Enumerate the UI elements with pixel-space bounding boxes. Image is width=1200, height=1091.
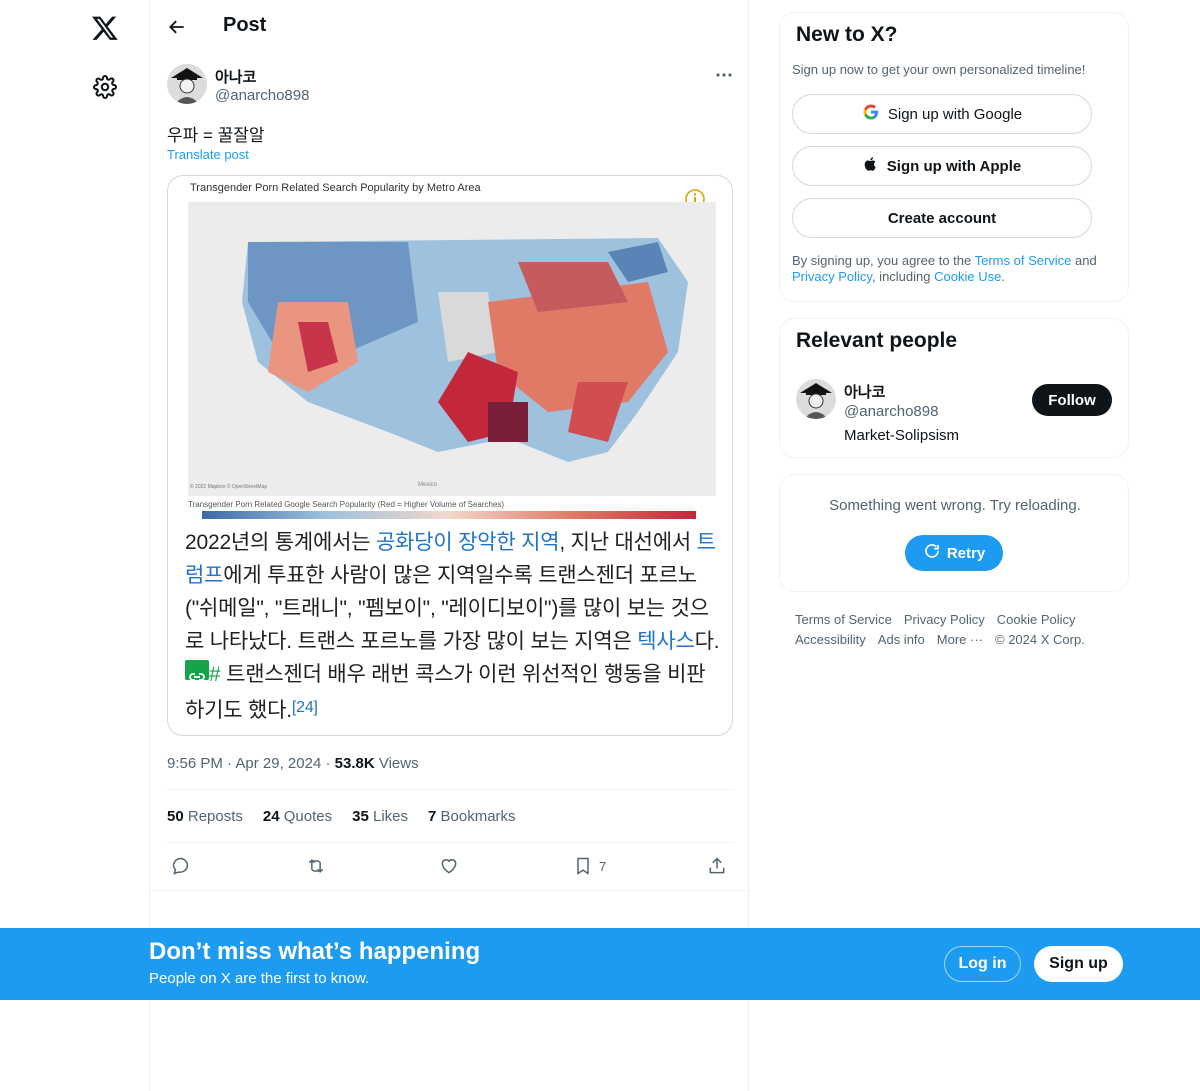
link-icon <box>185 660 209 681</box>
follow-button[interactable]: Follow <box>1032 384 1112 416</box>
page-title: Post <box>223 14 267 36</box>
caption-hash: # <box>209 663 221 686</box>
reposts-stat[interactable]: 50 Reposts <box>167 808 243 825</box>
map-footnote: Transgender Porn Related Google Search P… <box>188 500 505 509</box>
share-icon[interactable] <box>707 852 727 880</box>
create-account-button[interactable]: Create account <box>792 198 1092 238</box>
footer-link[interactable]: Ads info <box>878 632 925 647</box>
footer-link[interactable]: Accessibility <box>795 632 866 647</box>
divider <box>150 890 748 891</box>
relevant-handle[interactable]: @anarcho898 <box>844 403 938 420</box>
footer-link[interactable]: Privacy Policy <box>904 612 985 627</box>
relevant-bio: Market-Solipsism <box>844 427 960 444</box>
caption-link: 텍사스 <box>637 630 695 653</box>
refresh-icon <box>923 542 941 564</box>
bookmark-count: 7 <box>599 858 607 874</box>
likes-stat[interactable]: 35 Likes <box>352 808 408 825</box>
views-count: 53.8K <box>334 755 375 772</box>
signup-button[interactable]: Sign up <box>1034 946 1123 982</box>
cookie-link[interactable]: Cookie Use <box>934 269 1001 284</box>
copyright: © 2024 X Corp. <box>995 632 1085 647</box>
author-name[interactable]: 아나코 <box>215 66 256 87</box>
footer-link[interactable]: Cookie Policy <box>997 612 1076 627</box>
map-credit: © 2022 Mapbox © OpenStreetMap <box>190 484 268 490</box>
post-date[interactable]: Apr 29, 2024 <box>235 755 321 772</box>
error-message: Something went wrong. Try reloading. <box>829 497 1081 514</box>
translate-post-link[interactable]: Translate post <box>167 147 249 162</box>
banner-title: Don’t miss what’s happening <box>149 938 481 965</box>
views-label: Views <box>378 755 419 772</box>
footer-link[interactable]: Terms of Service <box>795 612 892 627</box>
repost-icon[interactable] <box>305 852 327 880</box>
post-time[interactable]: 9:56 PM <box>167 755 223 772</box>
error-card: Something went wrong. Try reloading. Ret… <box>779 474 1129 592</box>
banner-subtitle: People on X are the first to know. <box>149 970 370 987</box>
apple-signup-label: Sign up with Apple <box>886 157 1022 175</box>
google-signup-button[interactable]: Sign up with Google <box>792 94 1092 134</box>
relevant-title: Relevant people <box>796 329 958 352</box>
x-logo-icon[interactable] <box>89 12 121 44</box>
signup-card: New to X? Sign up now to get your own pe… <box>779 12 1129 302</box>
map-title: Transgender Porn Related Search Populari… <box>190 182 481 194</box>
gear-icon[interactable] <box>91 73 119 101</box>
more-options-icon[interactable] <box>710 64 738 86</box>
retry-label: Retry <box>946 544 986 562</box>
divider <box>167 789 733 790</box>
quotes-stat[interactable]: 24 Quotes <box>263 808 332 825</box>
terms-link[interactable]: Terms of Service <box>975 253 1072 268</box>
caption-text: , 지난 대선에서 <box>559 531 697 554</box>
avatar[interactable] <box>167 64 207 104</box>
bottom-banner: Don’t miss what’s happening People on X … <box>0 928 1200 1000</box>
caption-text: 트랜스젠더 배우 래번 콕스가 이런 위선적인 행동을 비판하기도 했다. <box>185 663 706 722</box>
back-arrow-icon[interactable] <box>164 14 190 40</box>
google-icon <box>862 103 880 125</box>
map-place-label: Mexico <box>418 482 438 488</box>
reply-icon[interactable] <box>171 852 191 880</box>
relevant-people-card: Relevant people 아나코 @anarcho898 Market-S… <box>779 318 1129 458</box>
apple-icon <box>863 155 879 177</box>
login-button[interactable]: Log in <box>944 946 1021 982</box>
signup-subtitle: Sign up now to get your own personalized… <box>792 62 1086 77</box>
post-text: 우파 = 꿀잘알 <box>167 126 265 145</box>
signup-title: New to X? <box>796 23 898 46</box>
divider <box>167 842 733 843</box>
caption-link: 공화당이 장악한 지역 <box>376 531 560 554</box>
bookmark-icon[interactable]: 7 <box>573 852 606 880</box>
map-legend-bar <box>202 511 696 519</box>
korean-caption: 2022년의 통계에서는 공화당이 장악한 지역, 지난 대선에서 트럼프에게 … <box>185 526 721 727</box>
footer-links: Terms of Service Privacy Policy Cookie Pol… <box>795 610 1125 650</box>
caption-ref: [24] <box>291 699 318 716</box>
post-stats: 50 Reposts 24 Quotes 35 Likes 7 Bookmark… <box>167 808 516 825</box>
caption-text: 다. <box>694 630 720 653</box>
caption-text: 2022년의 통계에서는 <box>185 531 377 554</box>
create-account-label: Create account <box>887 209 997 227</box>
like-icon[interactable] <box>439 852 459 880</box>
post-media[interactable]: Transgender Porn Related Search Populari… <box>167 175 733 736</box>
footer-link[interactable]: More ··· <box>937 632 983 647</box>
apple-signup-button[interactable]: Sign up with Apple <box>792 146 1092 186</box>
post-meta: 9:56 PM · Apr 29, 2024 · 53.8K Views <box>167 755 419 772</box>
google-signup-label: Sign up with Google <box>887 105 1023 123</box>
post-actions: 7 <box>167 852 733 880</box>
relevant-name[interactable]: 아나코 <box>844 381 885 402</box>
retry-button[interactable]: Retry <box>905 535 1003 571</box>
bookmarks-stat[interactable]: 7 Bookmarks <box>428 808 516 825</box>
privacy-link[interactable]: Privacy Policy <box>792 269 872 284</box>
caption-text: 에게 투표한 사람이 많은 지역일수록 트랜스젠더 포르노("쉬메일", "트래… <box>185 564 709 653</box>
signup-terms: By signing up, you agree to the Terms of… <box>792 253 1097 284</box>
author-handle[interactable]: @anarcho898 <box>215 87 309 104</box>
us-map-image: © 2022 Mapbox © OpenStreetMap Mexico <box>188 202 716 496</box>
avatar[interactable] <box>796 379 836 419</box>
post-header: Post <box>150 0 748 54</box>
